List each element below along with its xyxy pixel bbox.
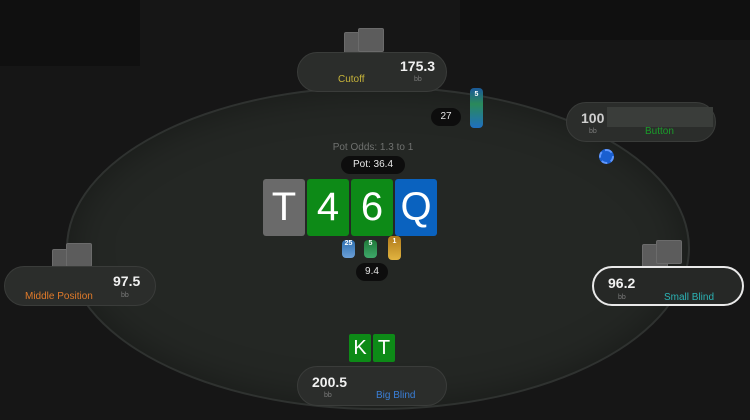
seat-unit: bb bbox=[414, 76, 422, 83]
hole-card: K bbox=[349, 334, 371, 362]
seat-position: Button bbox=[645, 126, 674, 137]
seat-small-blind[interactable]: 96.2 bb Small Blind bbox=[592, 266, 744, 306]
seat-unit: bb bbox=[589, 128, 597, 135]
seat-middle-position[interactable]: 97.5 bb Middle Position bbox=[4, 266, 156, 306]
seat-cutoff[interactable]: 175.3 bb Cutoff bbox=[297, 52, 447, 92]
board-card: 6 bbox=[351, 179, 393, 236]
seat-stack: 100 bbox=[581, 110, 605, 126]
seat-button[interactable]: 100 bb Button bbox=[566, 102, 716, 142]
dealer-button-chip-icon bbox=[599, 149, 614, 164]
seat-stack: 200.5 bbox=[312, 374, 348, 390]
seat-position: Small Blind bbox=[664, 292, 715, 303]
card-back-icon bbox=[344, 28, 384, 56]
seat-position: Middle Position bbox=[25, 291, 93, 302]
seat-stack: 97.5 bbox=[113, 273, 141, 289]
background-panel bbox=[0, 0, 140, 66]
chip-label: 25 bbox=[344, 240, 353, 247]
seat-position: Cutoff bbox=[338, 74, 365, 85]
seat-unit: bb bbox=[121, 292, 129, 299]
board-card: T bbox=[263, 179, 305, 236]
center-bet-amount: 9.4 bbox=[356, 263, 388, 281]
chip-label: 5 bbox=[368, 240, 373, 247]
seat-position: Big Blind bbox=[376, 390, 416, 401]
pot-amount: Pot: 36.4 bbox=[341, 156, 405, 174]
chip-label: 1 bbox=[392, 238, 397, 245]
hole-card: T bbox=[373, 334, 395, 362]
seat-unit: bb bbox=[324, 392, 332, 399]
pot-odds-label: Pot Odds: 1.3 to 1 bbox=[332, 142, 414, 153]
board-card: Q bbox=[395, 179, 437, 236]
poker-table-screen: { "pot": { "odds_text": "Pot Odds: 1.3 t… bbox=[0, 0, 750, 420]
card-back-icon bbox=[642, 240, 682, 268]
seat-unit: bb bbox=[618, 294, 626, 301]
cutoff-bet-amount: 27 bbox=[431, 108, 461, 126]
card-back-icon bbox=[52, 243, 92, 273]
background-panel bbox=[460, 0, 750, 40]
seat-big-blind[interactable]: 200.5 bb Big Blind bbox=[297, 366, 447, 406]
chip-label: 5 bbox=[474, 91, 479, 98]
hero-hole-cards: K T bbox=[349, 334, 395, 362]
seat-stack: 96.2 bbox=[608, 275, 636, 291]
seat-stack: 175.3 bbox=[400, 58, 436, 74]
name-placeholder bbox=[607, 107, 713, 127]
board-card: 4 bbox=[307, 179, 349, 236]
community-cards: T 4 6 Q bbox=[263, 179, 437, 236]
